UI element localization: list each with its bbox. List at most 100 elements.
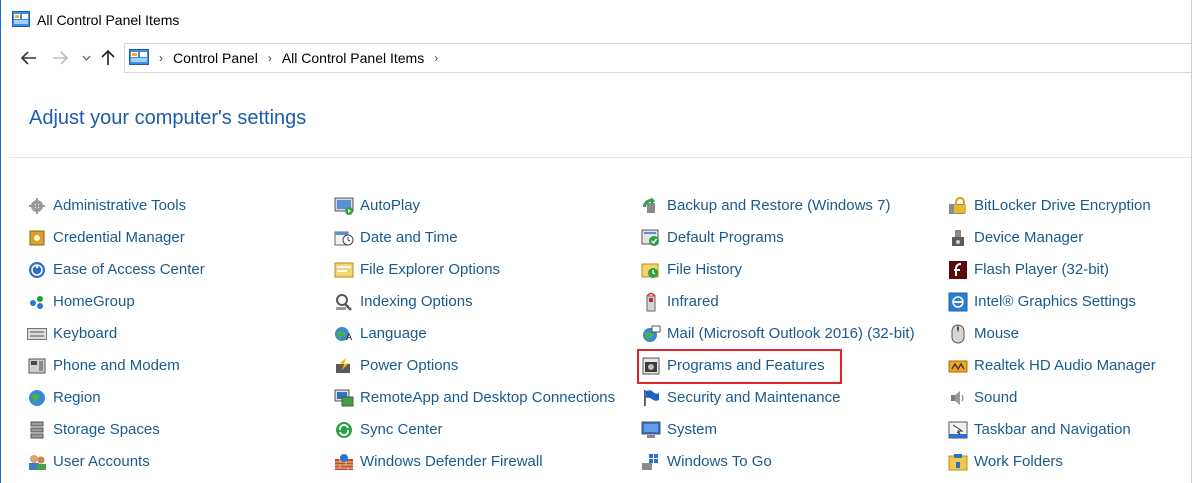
control-panel-item-remoteapp[interactable]: RemoteApp and Desktop Connections	[334, 385, 615, 411]
page-title: Adjust your computer's settings	[29, 107, 307, 129]
control-panel-item-administrative-tools[interactable]: Administrative Tools	[27, 193, 186, 219]
item-label: Infrared	[667, 293, 719, 310]
item-label: System	[667, 421, 718, 438]
item-label: Taskbar and Navigation	[974, 421, 1131, 438]
divider	[9, 157, 1191, 158]
item-label: Administrative Tools	[53, 197, 187, 214]
control-panel-item-phone-modem[interactable]: Phone and Modem	[27, 353, 180, 379]
control-panel-item-folder-options[interactable]: File Explorer Options	[334, 257, 500, 283]
navigation-bar: › Control Panel › All Control Panel Item…	[1, 40, 1191, 76]
default-programs-icon	[641, 228, 661, 248]
item-label: Windows Defender Firewall	[360, 453, 543, 470]
control-panel-item-region[interactable]: Region	[27, 385, 101, 411]
item-label: Work Folders	[974, 453, 1063, 470]
back-button[interactable]	[17, 44, 41, 72]
control-panel-item-security-flag[interactable]: Security and Maintenance	[641, 385, 840, 411]
control-panel-item-ease-of-access[interactable]: Ease of Access Center	[27, 257, 205, 283]
credential-manager-icon	[27, 228, 47, 248]
item-label: HomeGroup	[53, 293, 135, 310]
item-label: Indexing Options	[360, 293, 473, 310]
control-panel-item-mouse[interactable]: Mouse	[948, 321, 1019, 347]
control-panel-item-system[interactable]: System	[641, 417, 717, 443]
windows-to-go-icon	[641, 452, 661, 472]
mail-icon	[641, 324, 661, 344]
breadcrumb-chevron-icon[interactable]: ›	[159, 51, 163, 65]
item-label: RemoteApp and Desktop Connections	[360, 389, 616, 406]
control-panel-item-bitlocker[interactable]: BitLocker Drive Encryption	[948, 193, 1151, 219]
item-label: File History	[667, 261, 743, 278]
address-bar[interactable]: › Control Panel › All Control Panel Item…	[124, 43, 1191, 73]
control-panel-item-keyboard[interactable]: Keyboard	[27, 321, 117, 347]
forward-button[interactable]	[48, 44, 72, 72]
backup-restore-icon	[641, 196, 661, 216]
autoplay-icon	[334, 196, 354, 216]
breadcrumb-chevron-icon[interactable]: ›	[434, 51, 438, 65]
control-panel-item-work-folders[interactable]: Work Folders	[948, 449, 1063, 475]
breadcrumb-all-items[interactable]: All Control Panel Items	[282, 50, 424, 66]
ease-of-access-icon	[27, 260, 47, 280]
recent-locations-button[interactable]	[78, 44, 94, 72]
control-panel-item-firewall[interactable]: Windows Defender Firewall	[334, 449, 543, 475]
control-panel-item-homegroup[interactable]: HomeGroup	[27, 289, 135, 315]
control-panel-item-mail[interactable]: Mail (Microsoft Outlook 2016) (32-bit)	[641, 321, 915, 347]
date-time-icon	[334, 228, 354, 248]
control-panel-item-flash-player[interactable]: Flash Player (32-bit)	[948, 257, 1109, 283]
taskbar-icon	[948, 420, 968, 440]
item-label: Power Options	[360, 357, 459, 374]
control-panel-item-power-options[interactable]: Power Options	[334, 353, 458, 379]
control-panel-item-file-history[interactable]: File History	[641, 257, 742, 283]
control-panel-item-sync-center[interactable]: Sync Center	[334, 417, 443, 443]
item-label: File Explorer Options	[360, 261, 501, 278]
item-label: Phone and Modem	[53, 357, 180, 374]
firewall-icon	[334, 452, 354, 472]
control-panel-item-default-programs[interactable]: Default Programs	[641, 225, 784, 251]
control-panel-item-autoplay[interactable]: AutoPlay	[334, 193, 420, 219]
homegroup-icon	[27, 292, 47, 312]
item-label: Ease of Access Center	[53, 261, 205, 278]
bitlocker-icon	[948, 196, 968, 216]
control-panel-item-storage-spaces[interactable]: Storage Spaces	[27, 417, 160, 443]
device-manager-icon	[948, 228, 968, 248]
item-label: BitLocker Drive Encryption	[974, 197, 1151, 214]
up-button[interactable]	[96, 44, 120, 72]
file-history-icon	[641, 260, 661, 280]
control-panel-item-sound[interactable]: Sound	[948, 385, 1017, 411]
breadcrumb-control-panel[interactable]: Control Panel	[173, 50, 258, 66]
back-arrow-icon	[21, 51, 36, 65]
security-flag-icon	[641, 388, 661, 408]
control-panel-item-taskbar[interactable]: Taskbar and Navigation	[948, 417, 1131, 443]
svg-text:A: A	[346, 333, 353, 343]
item-label: Intel® Graphics Settings	[974, 293, 1136, 310]
control-panel-item-language[interactable]: A Language	[334, 321, 427, 347]
item-label: Backup and Restore (Windows 7)	[667, 197, 891, 214]
control-panel-item-user-accounts[interactable]: User Accounts	[27, 449, 150, 475]
administrative-tools-icon	[27, 196, 47, 216]
control-panel-item-credential-manager[interactable]: Credential Manager	[27, 225, 185, 251]
intel-graphics-icon	[948, 292, 968, 312]
control-panel-item-device-manager[interactable]: Device Manager	[948, 225, 1083, 251]
up-arrow-icon	[101, 50, 115, 65]
control-panel-item-date-time[interactable]: Date and Time	[334, 225, 458, 251]
folder-options-icon	[334, 260, 354, 280]
region-icon	[27, 388, 47, 408]
control-panel-item-windows-to-go[interactable]: Windows To Go	[641, 449, 772, 475]
mouse-icon	[948, 324, 968, 344]
flash-player-icon	[948, 260, 968, 280]
item-label: Security and Maintenance	[667, 389, 841, 406]
control-panel-item-intel-graphics[interactable]: Intel® Graphics Settings	[948, 289, 1136, 315]
item-label: Realtek HD Audio Manager	[974, 357, 1156, 374]
item-label: Flash Player (32-bit)	[974, 261, 1110, 278]
remoteapp-icon	[334, 388, 354, 408]
storage-spaces-icon	[27, 420, 47, 440]
item-label: Storage Spaces	[53, 421, 160, 438]
breadcrumb-chevron-icon[interactable]: ›	[268, 51, 272, 65]
control-panel-item-backup-restore[interactable]: Backup and Restore (Windows 7)	[641, 193, 890, 219]
control-panel-item-realtek-audio[interactable]: Realtek HD Audio Manager	[948, 353, 1156, 379]
item-label: Windows To Go	[667, 453, 772, 470]
window-title: All Control Panel Items	[37, 12, 180, 28]
forward-arrow-icon	[53, 51, 68, 65]
item-label: User Accounts	[53, 453, 150, 470]
control-panel-item-infrared[interactable]: Infrared	[641, 289, 719, 315]
work-folders-icon	[948, 452, 968, 472]
control-panel-item-indexing[interactable]: Indexing Options	[334, 289, 473, 315]
